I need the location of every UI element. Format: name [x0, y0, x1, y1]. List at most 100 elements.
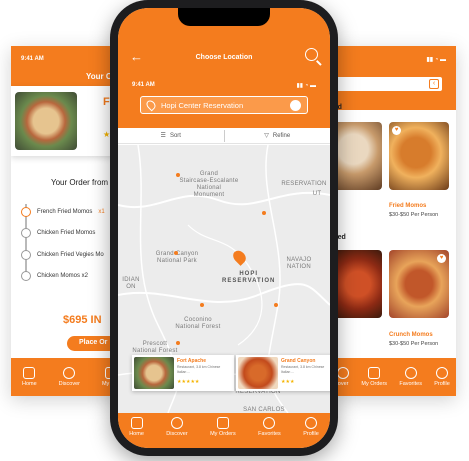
radio-icon: [21, 271, 31, 281]
restaurant-details: Restaurant, 3.8 km Chinese Italian ...: [177, 365, 221, 374]
search-bar[interactable]: ‹: [331, 76, 443, 92]
heart-icon[interactable]: ♥: [392, 126, 401, 135]
star-icon: [404, 367, 417, 379]
restaurant-details: Restaurant, 3.8 km Chinese Italian ...: [281, 365, 325, 374]
tab-label: Favorites: [399, 381, 422, 387]
radio-icon: [21, 250, 31, 260]
search-icon[interactable]: [305, 48, 318, 61]
mockup-stage: 9:41 AM Your O F ★ Your Order from Frenc…: [0, 0, 469, 461]
filter-bar: ☰ Sort ▽ Refine: [118, 128, 330, 144]
home-icon: [23, 367, 36, 379]
order-item[interactable]: Chicken Fried Momos: [21, 228, 95, 238]
home-icon: [130, 417, 143, 429]
map-label-indian: IDIAN ON: [122, 277, 140, 290]
refine-button[interactable]: ▽ Refine: [225, 128, 331, 143]
radio-icon: [21, 207, 31, 217]
restaurant-name: F: [103, 96, 110, 108]
cart-icon: [368, 367, 381, 379]
status-time: 9:41 AM: [21, 56, 44, 62]
your-order-heading: Your Order from: [51, 178, 109, 187]
restaurant-image: [15, 92, 77, 150]
map-marker[interactable]: [176, 341, 180, 345]
order-item-name: Chicken Momos x2: [37, 273, 89, 279]
restaurant-map-card[interactable]: Grand Canyon Restaurant, 3.8 km Chinese …: [236, 355, 330, 391]
tab-label: Discover: [58, 381, 80, 387]
tab-home[interactable]: Home: [22, 367, 37, 387]
map-marker[interactable]: [262, 211, 266, 215]
sort-button[interactable]: ☰ Sort: [118, 128, 224, 143]
order-item[interactable]: Chicken Momos x2: [21, 271, 88, 281]
bottom-tabbar: over My Orders Favorites Profile: [331, 358, 456, 396]
order-item-name: Chicken Fried Vegies Mo: [37, 252, 104, 258]
heart-icon[interactable]: ♥: [437, 254, 446, 263]
user-icon: [436, 367, 449, 379]
tab-profile[interactable]: Profile: [303, 417, 319, 437]
order-item-name: Chicken Fried Momos: [37, 230, 96, 236]
item-name: Crunch Momos: [389, 332, 433, 338]
status-time: 9:41 AM: [132, 82, 155, 88]
sort-icon: ☰: [160, 133, 166, 139]
item-price-range: $30-$50 Per Person: [389, 341, 439, 347]
map-marker[interactable]: [176, 173, 180, 177]
tab-discover[interactable]: over: [337, 367, 350, 387]
order-item[interactable]: French Fried Momos x1: [21, 207, 105, 217]
location-pin-icon: [144, 98, 158, 112]
phone-notch: [178, 8, 270, 26]
chevron-left-icon[interactable]: ‹: [429, 79, 439, 89]
tab-label: Favorites: [258, 431, 281, 437]
item-price-range: $30-$50 Per Person: [389, 212, 439, 218]
map-marker[interactable]: [200, 303, 204, 307]
refine-label: Refine: [272, 132, 291, 139]
listing-screen: ▮▮ ◔ ▬ ‹ red ♥ Fried Momos $30-$50 Per P…: [331, 46, 456, 396]
system-icons: ▮▮ ◔ ▬: [296, 83, 316, 89]
order-item[interactable]: Chicken Fried Vegies Mo: [21, 250, 104, 260]
order-total: $695 IN: [63, 314, 102, 326]
status-bar: ▮▮ ◔ ▬: [331, 46, 456, 72]
tab-my-orders[interactable]: My Orders: [210, 417, 236, 437]
tab-label: Home: [129, 431, 144, 437]
back-arrow-icon[interactable]: ←: [130, 50, 144, 64]
order-title: Your O: [86, 72, 113, 81]
system-icons: ▮▮ ◔ ▬: [426, 56, 446, 63]
bottom-tabbar: Home Discover My Orders Favorites Profil…: [118, 413, 330, 448]
rating-stars: ★★★★★: [177, 379, 200, 385]
tab-discover[interactable]: Discover: [166, 417, 188, 437]
location-icon: [337, 367, 350, 379]
restaurant-name: Fort Apache: [177, 358, 206, 364]
restaurant-image: [134, 357, 174, 389]
map-marker[interactable]: [174, 251, 178, 255]
phone-bezel: ← Choose Location 9:41 AM ▮▮ ◔ ▬ Hopi Ce…: [118, 8, 330, 448]
tab-home[interactable]: Home: [129, 417, 144, 437]
tab-profile[interactable]: Profile: [434, 367, 450, 387]
tab-label: My Orders: [361, 381, 388, 387]
order-item-qty: x1: [98, 209, 105, 215]
tab-favorites[interactable]: Favorites: [399, 367, 422, 387]
food-image[interactable]: [334, 122, 382, 190]
tab-label: My Orders: [210, 431, 236, 437]
tab-discover[interactable]: Discover: [59, 367, 80, 387]
map-label-ut: UT: [312, 191, 322, 197]
map-label-coconino: Coconino National Forest: [175, 317, 221, 330]
food-image[interactable]: [334, 250, 382, 318]
tab-label: over: [337, 381, 349, 387]
location-input[interactable]: Hopi Center Reservation: [140, 96, 308, 114]
restaurant-map-card[interactable]: Fort Apache Restaurant, 3.8 km Chinese I…: [132, 355, 234, 391]
tab-label: Discover: [166, 431, 188, 437]
clear-icon[interactable]: [290, 100, 301, 111]
tab-my-orders[interactable]: My Orders: [361, 367, 387, 387]
map-view[interactable]: Grand Staircase-Escalante National Monument…: [118, 145, 330, 413]
location-icon: [63, 367, 76, 379]
tab-favorites[interactable]: Favorites: [258, 417, 281, 437]
page-title: Choose Location: [195, 54, 253, 61]
rating-stars: ★★★: [281, 379, 295, 385]
map-label-reservation: RESERVATION: [281, 181, 327, 187]
map-label-navajo: NAVAJO NATION: [286, 257, 312, 270]
filter-icon: ▽: [264, 133, 269, 139]
star-icon: [263, 417, 276, 429]
map-marker[interactable]: [274, 303, 278, 307]
location-input-value: Hopi Center Reservation: [161, 101, 244, 110]
item-name: Fried Momos: [389, 203, 427, 209]
phone-frame: ← Choose Location 9:41 AM ▮▮ ◔ ▬ Hopi Ce…: [110, 0, 338, 456]
radio-icon: [21, 228, 31, 238]
cart-icon: [216, 417, 229, 429]
